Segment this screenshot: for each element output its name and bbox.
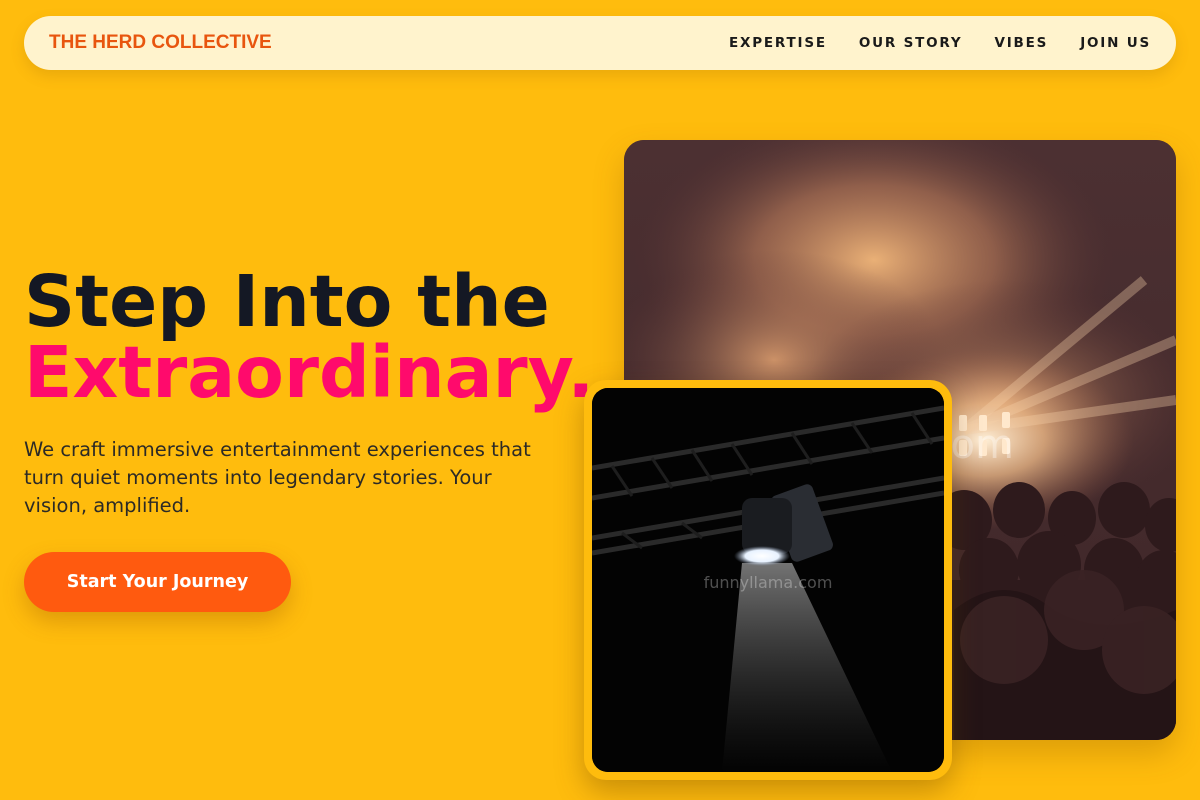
nav-link-vibes[interactable]: VIBES [994,35,1048,51]
start-journey-button[interactable]: Start Your Journey [24,552,291,612]
nav-link-our-story[interactable]: OUR STORY [859,35,963,51]
nav-link-expertise[interactable]: EXPERTISE [729,35,827,51]
spotlight-watermark: funnyllama.com [704,573,833,592]
logo[interactable]: THE HERD COLLECTIVE [49,32,272,54]
nav-link-join-us[interactable]: JOIN US [1080,35,1151,51]
navbar: THE HERD COLLECTIVE EXPERTISE OUR STORY … [24,16,1176,70]
hero-subtitle: We craft immersive entertainment experie… [24,438,531,517]
nav-links: EXPERTISE OUR STORY VIBES JOIN US [729,35,1151,51]
spotlight-image: funnyllama.com [592,388,944,772]
spotlight-image-frame: funnyllama.com [584,380,952,780]
hero-title: Step Into the Extraordinary. [24,266,594,408]
hero-title-accent: Extraordinary. [24,331,595,414]
